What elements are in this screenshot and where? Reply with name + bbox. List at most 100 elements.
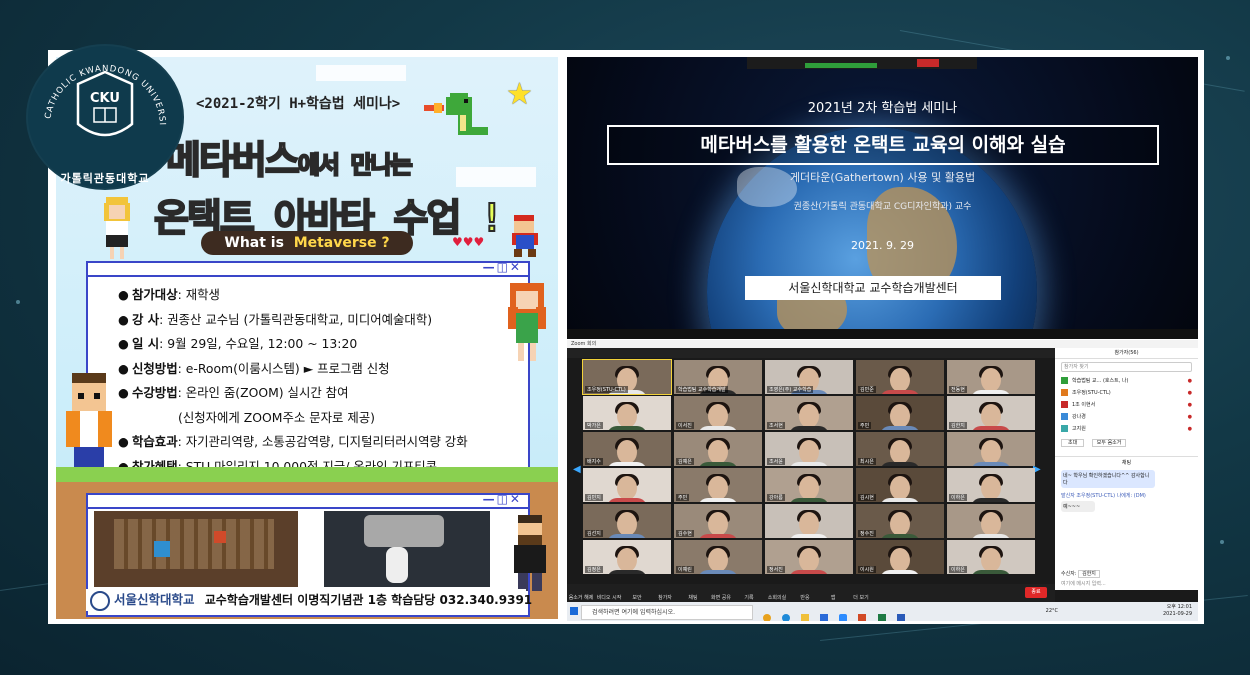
person-body	[971, 570, 1011, 574]
participant-video-tile[interactable]: 김정은	[583, 540, 671, 574]
participant-row[interactable]: 조우정(STU-CTL) ●	[1055, 387, 1198, 399]
participant-row[interactable]: 강나경 ●	[1055, 411, 1198, 423]
participant-video-tile[interactable]: 김예은	[674, 432, 762, 466]
slide-presenter: 권종산(가톨릭 관동대학교 CG디자인학과) 교수	[793, 202, 972, 212]
ppt-icon[interactable]	[858, 614, 867, 621]
person-face	[799, 404, 819, 428]
mic-icon[interactable]: ●	[1188, 423, 1192, 435]
participant-video-tile[interactable]: 조서윤	[765, 432, 853, 466]
video-gallery: 조우정(STU-CTL) 학습법팀 교수학습개발 조영은(주) 교수학습 김민준 전동현…	[573, 359, 1043, 580]
edge-icon[interactable]	[782, 614, 791, 621]
info-value: (신청자에게 ZOOM주소 문자로 제공)	[178, 409, 375, 425]
participant-video-tile[interactable]: 김민지	[583, 468, 671, 502]
participant-video-tile[interactable]: 학습법팀 교수학습개발	[674, 360, 762, 394]
participant-video-tile[interactable]: 조영은(주) 교수학습	[765, 360, 853, 394]
person-body	[607, 426, 647, 430]
participant-video-tile[interactable]: 정서진	[765, 540, 853, 574]
participant-row[interactable]: 1조 이현서 ●	[1055, 399, 1198, 411]
chat-recipient[interactable]: 수신자: 김한지	[1061, 570, 1100, 578]
participant-video-tile[interactable]: 이하은	[947, 468, 1035, 502]
participant-search[interactable]: 참가자 찾기	[1061, 362, 1192, 372]
participant-video-tile[interactable]: 김수현	[674, 504, 762, 538]
info-list: ● 참가대상: 재학생 ● 강 사: 권종산 교수님 (가톨릭관동대학교, 미디어예술…	[88, 277, 528, 479]
participant-video-tile[interactable]: 이예린	[674, 540, 762, 574]
zoom-share-toolbar[interactable]	[747, 57, 977, 69]
participant-name: 주민	[858, 422, 872, 429]
chat-input[interactable]: 여기에 메시지 입력...	[1061, 580, 1106, 587]
participant-video-tile[interactable]: 조서현	[765, 396, 853, 430]
mic-icon[interactable]: ●	[1188, 387, 1192, 399]
participant-video-tile[interactable]: 김선지	[583, 504, 671, 538]
info-value: : 재학생	[177, 287, 220, 302]
mute-all-button[interactable]: 모두 음소거	[1091, 439, 1127, 447]
slide-year-title: 2021년 2차 학습법 세미나	[807, 101, 958, 116]
participant-video-tile[interactable]: 이시원	[856, 540, 944, 574]
invite-button[interactable]: 초대	[1061, 439, 1085, 447]
participant-video-tile[interactable]: 이서진	[674, 396, 762, 430]
toolbar-button[interactable]: 참가자	[651, 594, 679, 601]
participant-video-tile[interactable]: 김시현	[856, 468, 944, 502]
mic-icon[interactable]: ●	[1188, 375, 1192, 387]
toolbar-button[interactable]: 비디오 시작	[595, 594, 623, 601]
toolbar-button[interactable]: 채팅	[679, 594, 707, 601]
participant-video-tile[interactable]	[765, 504, 853, 538]
participant-video-tile[interactable]: 주민	[674, 468, 762, 502]
participant-video-tile[interactable]	[947, 432, 1035, 466]
explorer-icon[interactable]	[801, 614, 810, 621]
participant-video-tile[interactable]: 정수진	[856, 504, 944, 538]
info-value: : 권종산 교수님 (가톨릭관동대학교, 미디어예술대학)	[159, 311, 433, 327]
toolbar-button[interactable]: 앱	[819, 594, 847, 601]
word-icon[interactable]	[896, 614, 905, 621]
excel-icon[interactable]	[877, 614, 886, 621]
person-face	[708, 476, 728, 500]
participant-video-tile[interactable]: 박가은	[583, 396, 671, 430]
mail-icon[interactable]	[820, 614, 829, 621]
participant-name: 김민준	[858, 386, 876, 393]
participant-video-tile[interactable]: 김한지	[947, 396, 1035, 430]
participant-video-tile[interactable]	[947, 504, 1035, 538]
participant-video-tile[interactable]: 강아름	[765, 468, 853, 502]
participant-name: 배지수	[585, 458, 603, 465]
toolbar-button[interactable]: 소회의실	[763, 594, 791, 601]
chrome-icon[interactable]	[763, 614, 771, 621]
participant-video-tile[interactable]: 배지수	[583, 432, 671, 466]
participant-name: 강아름	[767, 494, 785, 501]
toolbar-button[interactable]: 반응	[791, 594, 819, 601]
info-window-titlebar: —◫✕	[88, 260, 528, 277]
windows-start-icon[interactable]	[570, 607, 578, 615]
participant-name: 정서진	[767, 566, 785, 573]
toolbar-button[interactable]: 보안	[623, 594, 651, 601]
person-face	[981, 404, 1001, 428]
title-metaverse: 메타버스	[165, 137, 301, 183]
participant-video-tile[interactable]: 주민	[856, 396, 944, 430]
person-face	[981, 440, 1001, 464]
logo-arc-text: CATHOLIC KWANDONG UNIVERSITY	[28, 46, 167, 126]
background-dot	[16, 300, 20, 304]
participant-list: 학습법팀 교... (호스트, 나) ● 조우정(STU-CTL) ● 1조 이현서 ● 강…	[1055, 375, 1198, 435]
participants-header: 참가자(56)	[1055, 348, 1198, 359]
participant-video-tile[interactable]: 조우정(STU-CTL)	[582, 359, 672, 395]
participant-video-tile[interactable]: 김민준	[856, 360, 944, 394]
person-face	[708, 512, 728, 536]
toolbar-button[interactable]: 음소거 해제	[567, 594, 595, 601]
mic-icon[interactable]: ●	[1188, 399, 1192, 411]
taskbar-date: 2021-09-29	[1162, 611, 1192, 617]
toolbar-button[interactable]: 더 보기	[847, 594, 875, 601]
participant-row[interactable]: 고지원 ●	[1055, 423, 1198, 435]
toolbar-button[interactable]: 화면 공유	[707, 594, 735, 601]
participant-video-tile[interactable]: 전동현	[947, 360, 1035, 394]
university-emblem-icon	[90, 590, 110, 611]
info-key: 참가대상	[132, 287, 178, 302]
zoom-app-icon[interactable]	[839, 614, 848, 621]
zoom-titlebar: Zoom 회의	[567, 340, 1198, 348]
mic-icon[interactable]: ●	[1188, 411, 1192, 423]
participant-video-tile[interactable]: 최시은	[856, 432, 944, 466]
participant-video-tile[interactable]: 이하은	[947, 540, 1035, 574]
info-item: ● 강 사: 권종산 교수님 (가톨릭관동대학교, 미디어예술대학)	[118, 308, 528, 333]
gathertown-screenshot	[94, 511, 298, 587]
person-face	[981, 548, 1001, 572]
taskbar-search[interactable]: 검색하려면 여기에 입력하십시오.	[581, 605, 753, 620]
end-meeting-button[interactable]: 종료	[1025, 587, 1047, 598]
participant-row[interactable]: 학습법팀 교... (호스트, 나) ●	[1055, 375, 1198, 387]
toolbar-button[interactable]: 기록	[735, 594, 763, 601]
